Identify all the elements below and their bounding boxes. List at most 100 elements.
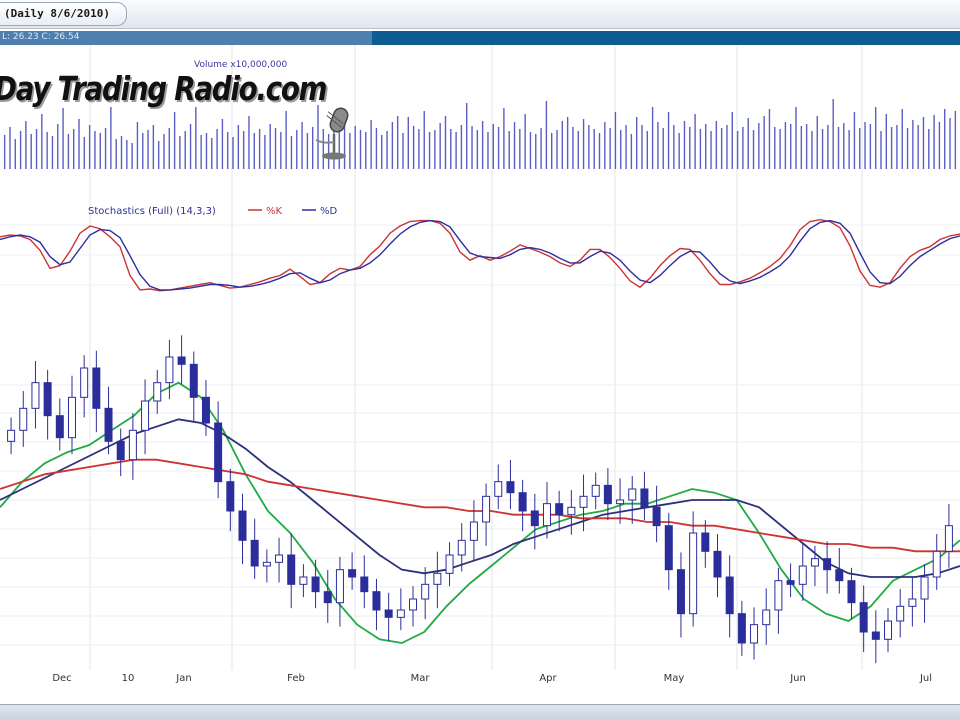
candlestick: [80, 355, 89, 418]
candle-body: [238, 510, 247, 541]
candle-body: [750, 624, 759, 644]
candle-body: [664, 525, 673, 571]
candle-body: [275, 554, 284, 563]
candlestick: [116, 428, 125, 477]
candlestick: [55, 398, 64, 451]
candle-body: [189, 363, 198, 398]
candle-body: [31, 382, 40, 409]
candlestick: [725, 555, 734, 638]
candle-body: [360, 576, 369, 593]
candlestick: [7, 417, 16, 455]
candle-body: [847, 580, 856, 604]
candle-body: [323, 591, 332, 604]
x-tick-label: Jun: [789, 673, 806, 684]
candle-body: [250, 539, 259, 567]
title-bar: (Daily 8/6/2010): [0, 0, 960, 29]
candle-body: [640, 488, 649, 508]
x-tick-label: Dec: [52, 673, 71, 684]
candle-body: [591, 484, 600, 497]
candlestick: [664, 512, 673, 590]
candlestick: [409, 586, 418, 627]
candle-body: [518, 492, 527, 512]
candle-body: [433, 572, 442, 585]
candle-body: [555, 503, 564, 516]
x-tick-label: Feb: [287, 673, 305, 684]
candle-body: [603, 484, 612, 505]
x-tick-label: Jan: [175, 673, 191, 684]
candlestick: [847, 567, 856, 620]
candle-body: [469, 521, 478, 541]
candlestick: [798, 544, 807, 601]
candle-body: [262, 561, 271, 567]
candlestick: [871, 610, 880, 664]
candlestick: [676, 552, 685, 638]
candlestick: [908, 577, 917, 627]
x-tick-label: Mar: [411, 673, 431, 684]
candle-body: [908, 598, 917, 607]
candlestick: [299, 564, 308, 598]
candlestick: [153, 369, 162, 414]
candle-body: [920, 576, 929, 600]
candlestick: [421, 567, 430, 620]
candle-body: [944, 525, 953, 552]
chart-title: (Daily 8/6/2010): [4, 7, 110, 20]
candle-body: [384, 609, 393, 618]
candlestick: [932, 534, 941, 590]
title-tab[interactable]: (Daily 8/6/2010): [0, 2, 127, 26]
candle-body: [798, 565, 807, 585]
candlestick: [603, 468, 612, 521]
candle-body: [835, 569, 844, 582]
candlestick: [104, 386, 113, 455]
candlestick: [786, 563, 795, 598]
candlestick: [275, 537, 284, 583]
candle-body: [884, 620, 893, 640]
candle-body: [652, 506, 661, 527]
candle-body: [335, 569, 344, 604]
candlestick: [92, 350, 101, 433]
chart-window: (Daily 8/6/2010) L: 26.23 C: 26.54 Volum…: [0, 0, 960, 720]
candlestick: [750, 607, 759, 660]
candle-body: [80, 367, 89, 398]
candlestick: [141, 379, 150, 455]
candle-body: [421, 583, 430, 600]
candlestick: [774, 567, 783, 634]
logo-text: Day Trading Radio.com: [0, 69, 328, 108]
candlestick: [19, 391, 28, 447]
candle-body: [616, 499, 625, 505]
candle-body: [141, 400, 150, 431]
x-axis-labels: Dec 10 Jan Feb Mar Apr May Jun Jul: [52, 673, 932, 684]
candle-body: [19, 407, 28, 431]
candle-body: [713, 550, 722, 578]
candlestick: [859, 585, 868, 653]
candlestick: [823, 541, 832, 594]
candlestick: [287, 533, 296, 609]
candlestick: [762, 588, 771, 645]
candle-body: [43, 382, 52, 417]
candle-body: [676, 569, 685, 615]
candlestick: [530, 493, 539, 550]
candlestick: [177, 335, 186, 385]
candlestick: [701, 520, 710, 568]
candle-body: [932, 550, 941, 578]
candle-body: [409, 598, 418, 611]
candle-body: [201, 396, 210, 424]
candlestick: [737, 600, 746, 656]
candle-body: [823, 558, 832, 571]
candlestick: [567, 490, 576, 535]
stock-chart: Volume x10,000,000 Stochastics (Full) (1…: [0, 45, 960, 684]
candle-body: [128, 429, 137, 461]
candle-body: [737, 613, 746, 644]
candlestick: [396, 588, 405, 631]
candlestick: [323, 570, 332, 623]
candle-body: [628, 488, 637, 501]
candlestick: [189, 351, 198, 422]
candlestick: [896, 589, 905, 638]
quote-text: L: 26.23 C: 26.54: [2, 32, 80, 42]
candlestick: [518, 479, 527, 532]
candle-body: [701, 532, 710, 552]
candle-body: [67, 396, 76, 439]
candle-body: [859, 602, 868, 633]
x-tick-label: 10: [122, 673, 135, 684]
candlestick: [360, 555, 369, 609]
candle-body: [494, 481, 503, 497]
